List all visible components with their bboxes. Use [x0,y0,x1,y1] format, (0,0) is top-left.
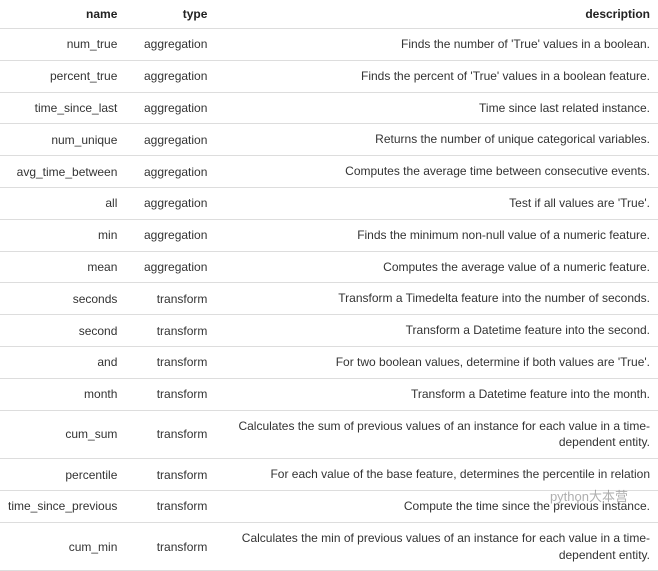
table-row: avg_time_betweenaggregationComputes the … [0,156,658,188]
table-row: cum_sumtransformCalculates the sum of pr… [0,410,658,459]
cell-name: percentile [0,459,125,491]
cell-description: Transform a Datetime feature into the se… [215,315,658,347]
cell-description: Calculates the sum of previous values of… [215,410,658,459]
cell-description: Transform a Datetime feature into the mo… [215,378,658,410]
cell-description: Test if all values are 'True'. [215,187,658,219]
table-row: meanaggregationComputes the average valu… [0,251,658,283]
cell-type: aggregation [125,29,215,61]
cell-name: num_unique [0,124,125,156]
cell-type: aggregation [125,219,215,251]
table-row: secondtransformTransform a Datetime feat… [0,315,658,347]
header-description: description [215,0,658,29]
cell-name: min [0,219,125,251]
cell-name: mean [0,251,125,283]
cell-name: time_since_previous [0,490,125,522]
cell-name: month [0,378,125,410]
cell-type: aggregation [125,124,215,156]
header-name: name [0,0,125,29]
cell-type: transform [125,378,215,410]
cell-description: Finds the percent of 'True' values in a … [215,60,658,92]
table-row: percent_trueaggregationFinds the percent… [0,60,658,92]
cell-description: Computes the average value of a numeric … [215,251,658,283]
cell-type: aggregation [125,92,215,124]
table-row: secondstransformTransform a Timedelta fe… [0,283,658,315]
cell-description: Time since last related instance. [215,92,658,124]
cell-type: aggregation [125,156,215,188]
table-row: allaggregationTest if all values are 'Tr… [0,187,658,219]
cell-type: transform [125,522,215,571]
table-row: minaggregationFinds the minimum non-null… [0,219,658,251]
cell-name: seconds [0,283,125,315]
cell-type: transform [125,490,215,522]
cell-description: Calculates the min of previous values of… [215,522,658,571]
table-row: andtransformFor two boolean values, dete… [0,346,658,378]
cell-type: aggregation [125,60,215,92]
cell-name: second [0,315,125,347]
cell-name: cum_min [0,522,125,571]
cell-type: transform [125,410,215,459]
cell-type: aggregation [125,187,215,219]
table-row: percentiletransformFor each value of the… [0,459,658,491]
cell-name: percent_true [0,60,125,92]
cell-description: For two boolean values, determine if bot… [215,346,658,378]
cell-name: num_true [0,29,125,61]
cell-type: transform [125,346,215,378]
table-row: time_since_lastaggregationTime since las… [0,92,658,124]
table-row: time_since_previoustransformCompute the … [0,490,658,522]
header-type: type [125,0,215,29]
cell-description: Compute the time since the previous inst… [215,490,658,522]
cell-name: and [0,346,125,378]
cell-name: time_since_last [0,92,125,124]
cell-description: Finds the number of 'True' values in a b… [215,29,658,61]
cell-description: Transform a Timedelta feature into the n… [215,283,658,315]
cell-description: For each value of the base feature, dete… [215,459,658,491]
cell-type: transform [125,283,215,315]
cell-name: avg_time_between [0,156,125,188]
table-row: num_trueaggregationFinds the number of '… [0,29,658,61]
table-row: cum_mintransformCalculates the min of pr… [0,522,658,571]
cell-type: aggregation [125,251,215,283]
cell-description: Finds the minimum non-null value of a nu… [215,219,658,251]
cell-type: transform [125,459,215,491]
cell-description: Returns the number of unique categorical… [215,124,658,156]
cell-description: Computes the average time between consec… [215,156,658,188]
primitives-table: name type description num_trueaggregatio… [0,0,658,571]
header-row: name type description [0,0,658,29]
table-row: monthtransformTransform a Datetime featu… [0,378,658,410]
cell-name: all [0,187,125,219]
table-row: num_uniqueaggregationReturns the number … [0,124,658,156]
cell-type: transform [125,315,215,347]
cell-name: cum_sum [0,410,125,459]
